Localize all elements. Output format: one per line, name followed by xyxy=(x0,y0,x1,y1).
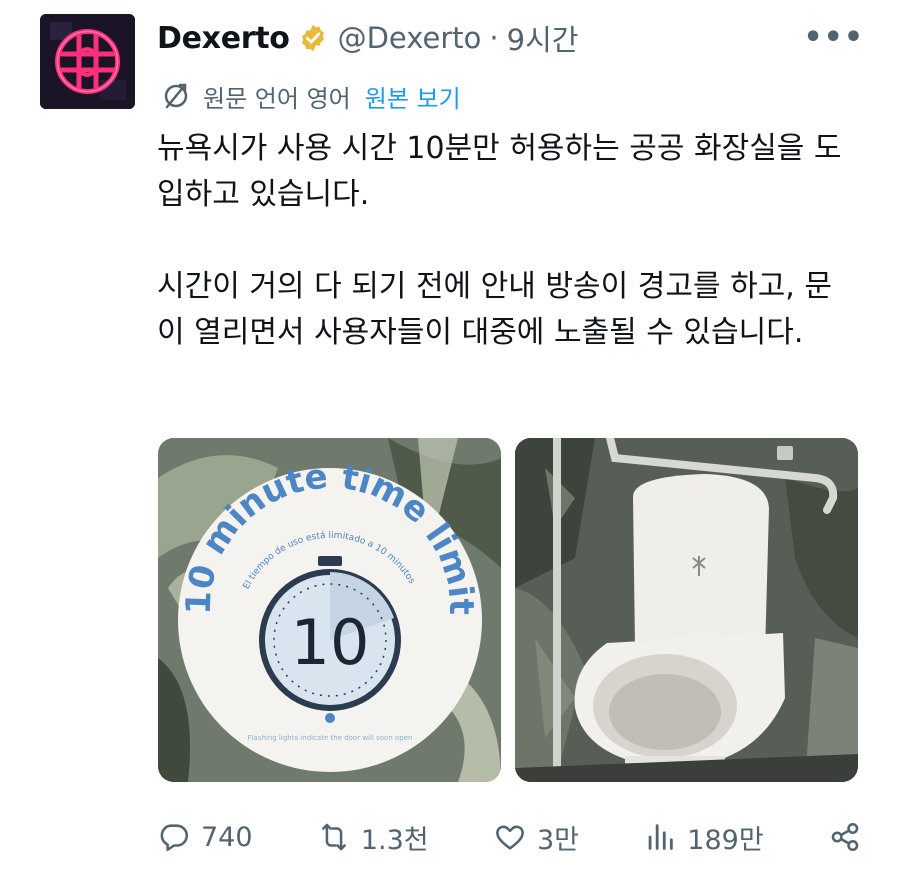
dexerto-logo-icon xyxy=(40,14,135,109)
repost-count: 1.3천 xyxy=(360,824,429,856)
reply-count: 740 xyxy=(201,821,253,853)
show-original-link[interactable]: 원본 보기 xyxy=(365,79,461,114)
media-grid: 10 minute time limit El tiempo de uso es… xyxy=(158,438,858,782)
timer-number: 10 xyxy=(291,606,370,679)
tweet-action-bar: 740 1.3천 3만 189만 xyxy=(157,810,862,864)
tweet-timestamp[interactable]: 9시간 xyxy=(507,17,579,59)
repost-icon xyxy=(321,823,346,851)
media-photo-sign[interactable]: 10 minute time limit El tiempo de uso es… xyxy=(158,438,501,782)
views-icon xyxy=(648,824,674,850)
person-icon xyxy=(325,713,335,723)
repost-button[interactable]: 1.3천 xyxy=(317,818,429,857)
share-button[interactable] xyxy=(828,820,862,854)
translation-note: 원문 언어 영어 xyxy=(203,84,351,113)
separator-dot: · xyxy=(489,21,499,55)
share-icon xyxy=(831,822,859,852)
translation-row: 원문 언어 영어 원본 보기 xyxy=(161,76,461,116)
tweet-text: 뉴욕시가 사용 시간 10분만 허용하는 공공 화장실을 도입하고 있습니다. … xyxy=(157,126,857,356)
like-button[interactable]: 3만 xyxy=(493,818,579,857)
tweet-header: Dexerto @Dexerto · 9시간 ••• xyxy=(157,14,864,62)
views-count: 189만 xyxy=(687,824,764,856)
media-photo-toilet[interactable] xyxy=(515,438,858,782)
stopwatch-icon xyxy=(318,556,342,566)
sign-footer-text: Flashing lights indicate the door will s… xyxy=(248,734,413,742)
views-button[interactable]: 189만 xyxy=(643,818,764,857)
tweet-paragraph: 시간이 거의 다 되기 전에 안내 방송이 경고를 하고, 문이 열리면서 사용… xyxy=(157,269,832,350)
author-handle[interactable]: @Dexerto xyxy=(338,21,482,55)
author-name[interactable]: Dexerto xyxy=(157,21,290,56)
avatar[interactable] xyxy=(40,14,135,109)
translate-icon xyxy=(164,83,188,109)
reply-button[interactable]: 740 xyxy=(157,820,253,854)
reply-icon xyxy=(160,824,189,852)
like-icon xyxy=(496,825,524,850)
verified-badge-icon[interactable] xyxy=(298,23,328,53)
more-icon[interactable]: ••• xyxy=(803,20,864,55)
tweet-paragraph: 뉴욕시가 사용 시간 10분만 허용하는 공공 화장실을 도입하고 있습니다. xyxy=(157,131,842,212)
like-count: 3만 xyxy=(536,824,579,856)
